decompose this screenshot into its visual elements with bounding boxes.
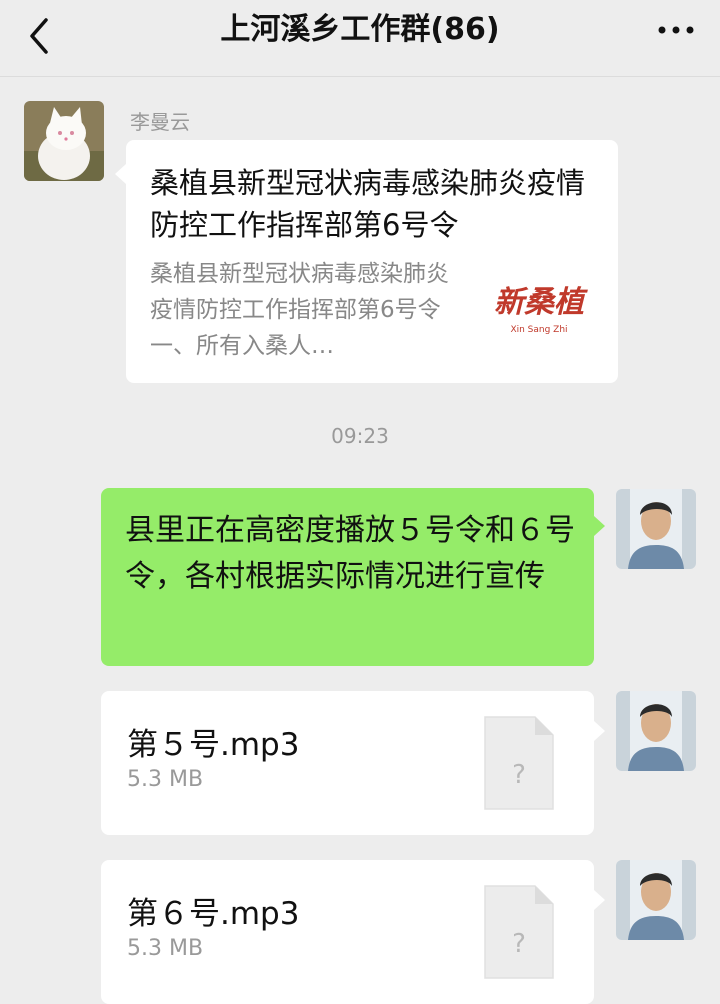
top-bar: 上河溪乡工作群(86) xyxy=(0,0,720,77)
person-avatar-image xyxy=(616,489,696,569)
svg-text:?: ? xyxy=(512,929,526,959)
file-message-2[interactable]: 第６号.mp3 5.3 MB ? xyxy=(101,860,605,1004)
my-avatar[interactable] xyxy=(616,489,696,569)
file-size: 5.3 MB xyxy=(127,767,204,792)
sender-avatar-cat[interactable] xyxy=(24,101,104,181)
my-avatar[interactable] xyxy=(616,860,696,940)
link-card-bubble[interactable]: 桑植县新型冠状病毒感染肺炎疫情防控工作指挥部第6号令 桑植县新型冠状病毒感染肺炎… xyxy=(115,140,618,383)
person-avatar-image xyxy=(616,691,696,771)
svg-text:?: ? xyxy=(512,760,526,790)
file-name: 第５号.mp3 xyxy=(127,727,300,763)
link-card-thumbnail: 新桑植 Xin Sang Zhi xyxy=(486,270,592,350)
file-size: 5.3 MB xyxy=(127,936,204,961)
xinsangzhi-logo-icon: 新桑植 Xin Sang Zhi xyxy=(486,270,592,350)
file-name: 第６号.mp3 xyxy=(127,896,300,932)
logo-text: 新桑植 xyxy=(494,285,588,320)
cat-avatar-image xyxy=(24,101,104,181)
unknown-file-icon: ? xyxy=(481,884,557,980)
more-button[interactable] xyxy=(654,16,698,44)
unknown-file-icon: ? xyxy=(481,715,557,811)
my-avatar[interactable] xyxy=(616,691,696,771)
logo-subtext: Xin Sang Zhi xyxy=(510,325,567,335)
sender-name: 李曼云 xyxy=(130,110,190,134)
outgoing-text: 县里正在高密度播放５号令和６号令，各村根据实际情况进行宣传 xyxy=(125,513,575,594)
person-avatar-image xyxy=(616,860,696,940)
link-card-title: 桑植县新型冠状病毒感染肺炎疫情防控工作指挥部第6号令 xyxy=(150,166,586,242)
link-card-description: 桑植县新型冠状病毒感染肺炎疫情防控工作指挥部第6号令一、所有入桑人… xyxy=(150,261,449,359)
chat-title: 上河溪乡工作群(86) xyxy=(220,12,500,47)
outgoing-text-bubble[interactable]: 县里正在高密度播放５号令和６号令，各村根据实际情况进行宣传 xyxy=(101,488,605,666)
more-dots-icon xyxy=(658,26,694,34)
message-timestamp: 09:23 xyxy=(331,424,389,448)
file-message-1[interactable]: 第５号.mp3 5.3 MB ? xyxy=(101,691,605,835)
